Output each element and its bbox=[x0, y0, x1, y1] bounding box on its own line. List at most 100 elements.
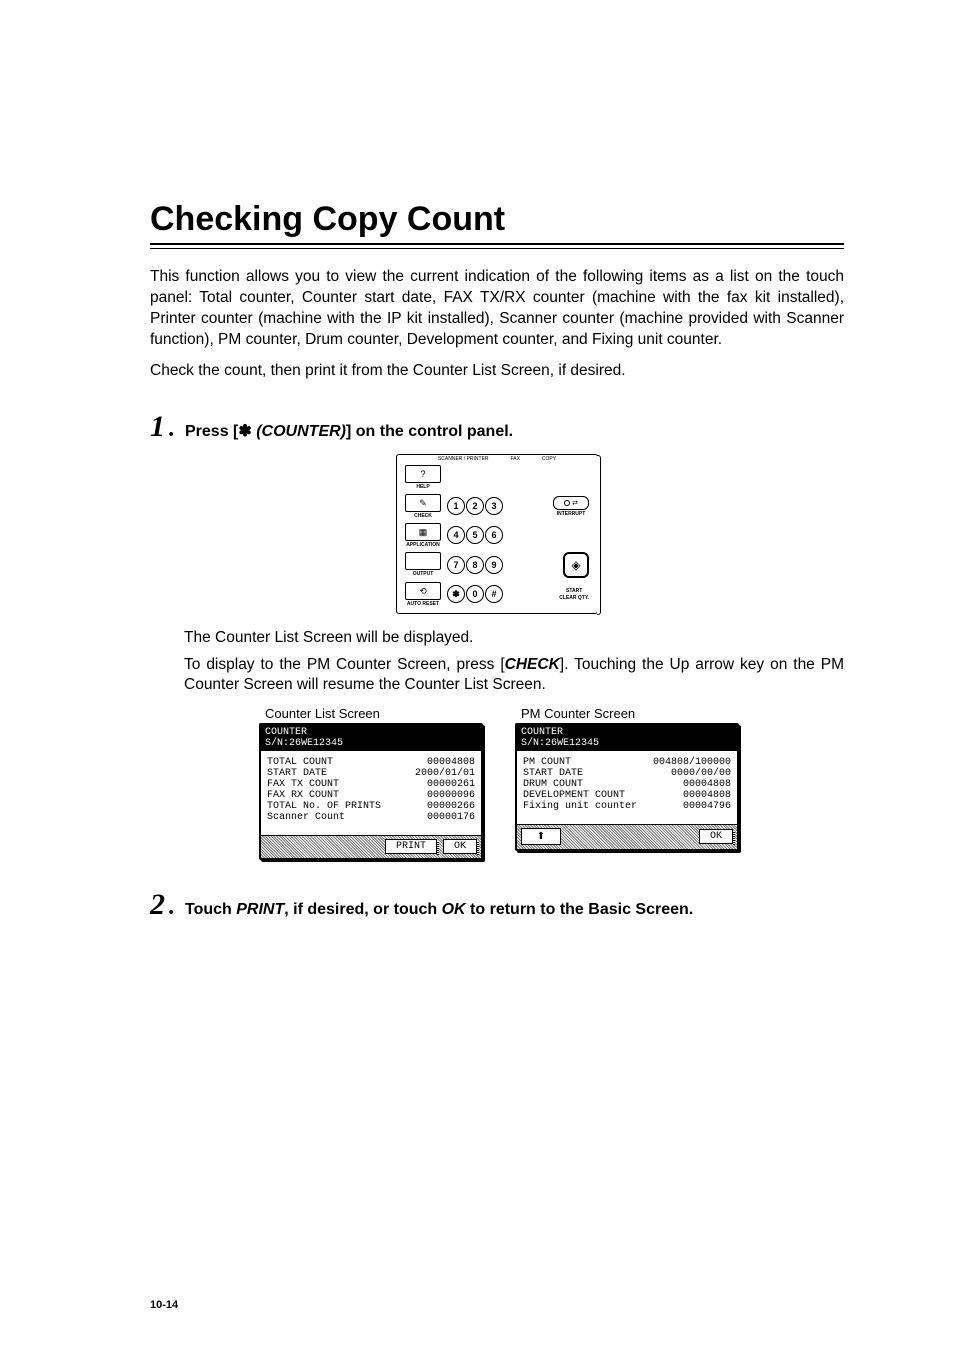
title-underline bbox=[150, 243, 844, 249]
ok-button-counter-list[interactable]: OK bbox=[443, 839, 477, 854]
key-0[interactable]: 0 bbox=[466, 585, 484, 603]
pm-counter-screen-caption: PM Counter Screen bbox=[521, 706, 735, 721]
print-button[interactable]: PRINT bbox=[385, 839, 437, 854]
sub2-pre: To display to the PM Counter Screen, pre… bbox=[184, 656, 505, 673]
counter-row-label: FAX RX COUNT bbox=[267, 790, 339, 801]
counter-row-label: START DATE bbox=[523, 768, 583, 779]
interrupt-icon: ⇄ bbox=[572, 499, 578, 507]
counter-row: FAX RX COUNT 00000096 bbox=[267, 790, 475, 801]
step-1-pre: Press [ bbox=[185, 423, 238, 440]
counter-row-value: 00004808 bbox=[427, 757, 475, 768]
application-label: APPLICATION bbox=[406, 542, 440, 548]
key-5[interactable]: 5 bbox=[466, 526, 484, 544]
start-button[interactable]: ◈ bbox=[563, 552, 589, 578]
help-button[interactable]: ? bbox=[405, 465, 441, 483]
counter-row: TOTAL No. OF PRINTS00000266 bbox=[267, 801, 475, 812]
counter-list-screen: COUNTER S/N:26WE12345 TOTAL COUNT 0000480… bbox=[259, 723, 483, 860]
key-2[interactable]: 2 bbox=[466, 497, 484, 515]
counter-row: TOTAL COUNT 00004808 bbox=[267, 757, 475, 768]
screen1-header-line2: S/N:26WE12345 bbox=[265, 738, 477, 749]
auto-reset-button[interactable]: ⟲ bbox=[405, 582, 441, 600]
intro-paragraph-1: This function allows you to view the cur… bbox=[150, 267, 844, 351]
counter-row: Fixing unit counter 00004796 bbox=[523, 801, 731, 812]
interrupt-button[interactable]: ⇄ bbox=[553, 496, 589, 510]
step-2-mid: , if desired, or touch bbox=[284, 901, 441, 918]
step-1-italic: (COUNTER) bbox=[252, 423, 346, 440]
start-diamond-icon: ◈ bbox=[571, 558, 580, 572]
help-icon: ? bbox=[420, 470, 425, 478]
intro-paragraph-2: Check the count, then print it from the … bbox=[150, 361, 844, 382]
step-2: 2 . Touch PRINT, if desired, or touch OK… bbox=[150, 888, 844, 922]
auto-reset-label: AUTO RESET bbox=[407, 601, 439, 607]
step-2-italic-2: OK bbox=[442, 901, 466, 918]
key-6[interactable]: 6 bbox=[485, 526, 503, 544]
page-title: Checking Copy Count bbox=[150, 200, 844, 239]
step-1-sub-2: To display to the PM Counter Screen, pre… bbox=[184, 655, 844, 697]
application-button[interactable]: ▦ bbox=[405, 523, 441, 541]
clear-qty-label: CLEAR QTY. bbox=[559, 595, 589, 601]
pm-counter-screen: COUNTER S/N:26WE12345 PM COUNT 004808/100… bbox=[515, 723, 739, 851]
counter-row-label: DEVELOPMENT COUNT bbox=[523, 790, 625, 801]
key-7[interactable]: 7 bbox=[447, 556, 465, 574]
step-1-text: Press [✽ (COUNTER)] on the control panel… bbox=[185, 421, 513, 441]
counter-row-value: 00004808 bbox=[683, 779, 731, 790]
control-panel-illustration: SCANNER / PRINTER FAX COPY ? HELP ✎ CHEC… bbox=[396, 454, 598, 614]
counter-row-label: PM COUNT bbox=[523, 757, 571, 768]
ok-button-pm-counter[interactable]: OK bbox=[699, 829, 733, 844]
check-button[interactable]: ✎ bbox=[405, 494, 441, 512]
counter-row-label: Fixing unit counter bbox=[523, 801, 637, 812]
tab-copy: COPY bbox=[542, 456, 556, 462]
key-3[interactable]: 3 bbox=[485, 497, 503, 515]
counter-row-value: 00004796 bbox=[683, 801, 731, 812]
key-star[interactable]: ✽ bbox=[447, 585, 465, 603]
counter-row-label: FAX TX COUNT bbox=[267, 779, 339, 790]
output-label: OUTPUT bbox=[413, 571, 434, 577]
output-button[interactable] bbox=[405, 552, 441, 570]
step-1-post: ] on the control panel. bbox=[346, 423, 513, 440]
counter-row: FAX TX COUNT 00000261 bbox=[267, 779, 475, 790]
start-label: START bbox=[566, 588, 582, 594]
interrupt-label: INTERRUPT bbox=[557, 511, 586, 517]
counter-row-value: 2000/01/01 bbox=[415, 768, 475, 779]
key-9[interactable]: 9 bbox=[485, 556, 503, 574]
key-8[interactable]: 8 bbox=[466, 556, 484, 574]
key-hash[interactable]: # bbox=[485, 585, 503, 603]
sub2-italic: CHECK bbox=[505, 656, 560, 673]
counter-row: Scanner Count 00000176 bbox=[267, 812, 475, 823]
interrupt-led-icon bbox=[564, 500, 570, 506]
counter-row-value: 00000176 bbox=[427, 812, 475, 823]
counter-row: DRUM COUNT 00004808 bbox=[523, 779, 731, 790]
counter-row: PM COUNT 004808/100000 bbox=[523, 757, 731, 768]
tab-scanner-printer: SCANNER / PRINTER bbox=[438, 456, 489, 462]
counter-row-label: START DATE bbox=[267, 768, 327, 779]
key-1[interactable]: 1 bbox=[447, 497, 465, 515]
counter-row-label: Scanner Count bbox=[267, 812, 345, 823]
counter-row-value: 004808/100000 bbox=[653, 757, 731, 768]
step-2-dot: . bbox=[169, 894, 175, 921]
key-4[interactable]: 4 bbox=[447, 526, 465, 544]
step-1-dot: . bbox=[169, 416, 175, 443]
up-arrow-icon: ⬆ bbox=[537, 831, 545, 842]
counter-row-value: 00000096 bbox=[427, 790, 475, 801]
step-2-text: Touch PRINT, if desired, or touch OK to … bbox=[185, 901, 693, 919]
check-label: CHECK bbox=[414, 513, 432, 519]
counter-list-screen-caption: Counter List Screen bbox=[265, 706, 479, 721]
counter-row-label: TOTAL COUNT bbox=[267, 757, 333, 768]
counter-row-value: 00000261 bbox=[427, 779, 475, 790]
screen1-header-line1: COUNTER bbox=[265, 727, 477, 738]
screen2-header-line2: S/N:26WE12345 bbox=[521, 738, 733, 749]
step-2-post: to return to the Basic Screen. bbox=[466, 901, 694, 918]
pen-icon: ✎ bbox=[419, 499, 427, 507]
application-icon: ▦ bbox=[419, 528, 428, 536]
help-label: HELP bbox=[416, 484, 429, 490]
counter-row-value: 00000266 bbox=[427, 801, 475, 812]
step-1-sub-1: The Counter List Screen will be displaye… bbox=[184, 628, 844, 649]
counter-row-label: DRUM COUNT bbox=[523, 779, 583, 790]
up-arrow-button[interactable]: ⬆ bbox=[521, 828, 561, 845]
screen2-header-line1: COUNTER bbox=[521, 727, 733, 738]
counter-row-value: 00004808 bbox=[683, 790, 731, 801]
counter-row: START DATE 2000/01/01 bbox=[267, 768, 475, 779]
step-2-number: 2 bbox=[150, 888, 165, 922]
step-2-pre: Touch bbox=[185, 901, 236, 918]
tab-fax: FAX bbox=[510, 456, 519, 462]
